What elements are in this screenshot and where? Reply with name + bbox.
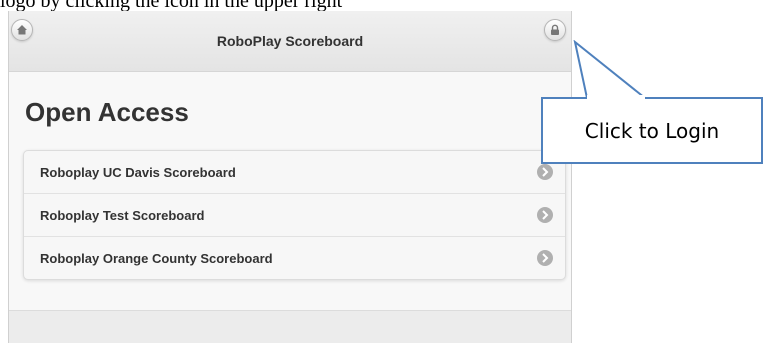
list-item-orange-county[interactable]: Roboplay Orange County Scoreboard [24, 237, 565, 279]
list-item-label: Roboplay Test Scoreboard [40, 208, 205, 223]
callout-text: Click to Login [584, 119, 720, 143]
chevron-right-icon [537, 207, 553, 223]
document-caption-fragment: logo by clicking the icon in the upper r… [0, 0, 343, 11]
header-bar: RoboPlay Scoreboard [9, 11, 571, 72]
list-item-test[interactable]: Roboplay Test Scoreboard [24, 194, 565, 237]
footer-bar [9, 310, 571, 343]
list-item-uc-davis[interactable]: Roboplay UC Davis Scoreboard [24, 151, 565, 194]
section-title: Open Access [25, 97, 189, 127]
login-button[interactable] [544, 19, 566, 41]
scoreboard-list: Roboplay UC Davis Scoreboard Roboplay Te… [23, 150, 566, 280]
list-item-label: Roboplay Orange County Scoreboard [40, 251, 273, 266]
scoreboard-app: RoboPlay Scoreboard Open Access Roboplay… [8, 11, 572, 343]
list-item-label: Roboplay UC Davis Scoreboard [40, 165, 236, 180]
lock-icon [551, 24, 559, 35]
app-title: RoboPlay Scoreboard [216, 33, 364, 49]
chevron-right-icon [537, 164, 553, 180]
chevron-right-icon [537, 250, 553, 266]
callout-pointer [573, 40, 646, 99]
callout-pointer-join [587, 95, 645, 99]
